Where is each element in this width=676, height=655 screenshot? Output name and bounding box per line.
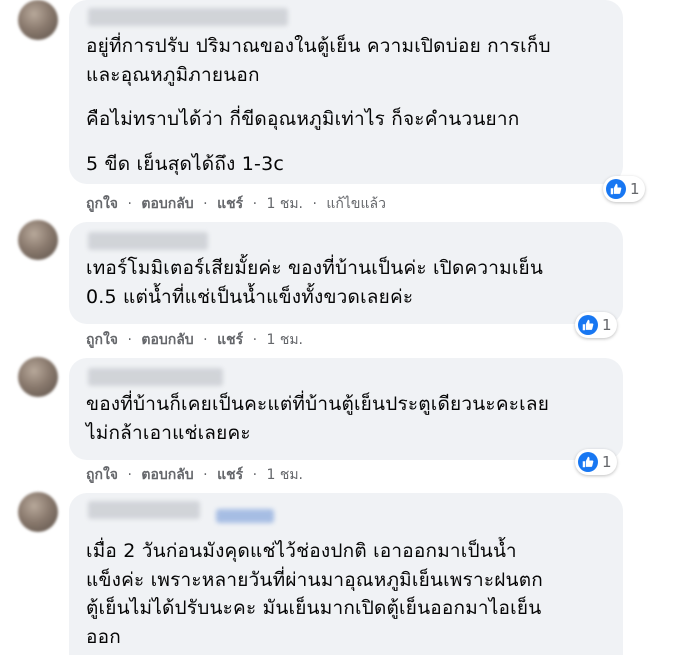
separator: · (252, 467, 258, 483)
comment-text: 5 ขีด เย็นสุดได้ถึง 1-3c (86, 152, 285, 175)
commenter-name-blurred[interactable] (88, 232, 208, 250)
reply-link[interactable]: ตอบกลับ (141, 467, 193, 483)
separator: · (127, 196, 132, 212)
comment-text: เมื่อ 2 วันก่อนมังคุดแช่ไว้ช่องปกติ เอาอ… (86, 540, 543, 648)
reaction-count[interactable]: 1 (603, 176, 645, 202)
commenter-avatar[interactable] (18, 492, 58, 532)
comment-bubble: ของที่บ้านก็เคยเป็นคะแต่ที่บ้านตู้เย็นปร… (69, 358, 623, 460)
comment-time[interactable]: 1 ชม. (266, 332, 303, 348)
separator: · (127, 467, 132, 483)
like-link[interactable]: ถูกใจ (86, 196, 118, 212)
commenter-name-blurred[interactable] (88, 368, 223, 386)
separator: · (312, 196, 317, 212)
reply-link[interactable]: ตอบกลับ (141, 196, 193, 212)
reply-link[interactable]: ตอบกลับ (141, 332, 193, 348)
commenter-name-blurred[interactable] (88, 501, 200, 519)
commenter-badge-blurred (216, 509, 274, 523)
comment-time[interactable]: 1 ชม. (266, 467, 303, 483)
comment-text: อยู่ที่การปรับ ปริมาณของในตู้เย็น ความเป… (86, 35, 551, 86)
commenter-avatar[interactable] (18, 357, 58, 397)
separator: · (252, 196, 258, 212)
comment-text: ของที่บ้านก็เคยเป็นคะแต่ที่บ้านตู้เย็นปร… (86, 393, 550, 444)
commenter-avatar[interactable] (18, 220, 58, 260)
like-icon (578, 315, 598, 335)
separator: · (203, 332, 208, 348)
separator: · (127, 332, 132, 348)
commenter-avatar[interactable] (18, 0, 58, 40)
comment-text: เทอร์โมมิเตอร์เสียมั้ยค่ะ ของที่บ้านเป็น… (86, 257, 544, 308)
comment-bubble: เทอร์โมมิเตอร์เสียมั้ยค่ะ ของที่บ้านเป็น… (69, 222, 623, 324)
comment-text: คือไม่ทราบได้ว่า กี่ขีดอุณหภูมิเท่าไร ก็… (86, 108, 520, 130)
separator: · (203, 196, 208, 212)
comment-actions: ถูกใจ · ตอบกลับ · แชร์ · 1 ชม. (86, 329, 308, 351)
comment-actions: ถูกใจ · ตอบกลับ · แชร์ · 1 ชม. (86, 464, 308, 486)
share-link[interactable]: แชร์ (217, 332, 243, 348)
comment-bubble: อยู่ที่การปรับ ปริมาณของในตู้เย็น ความเป… (69, 0, 623, 184)
like-link[interactable]: ถูกใจ (86, 467, 118, 483)
like-count: 1 (602, 453, 612, 471)
comment-actions: ถูกใจ · ตอบกลับ · แชร์ · 1 ชม. · แก้ไขแล… (86, 193, 391, 215)
reaction-count[interactable]: 1 (575, 312, 617, 338)
separator: · (203, 467, 208, 483)
like-count: 1 (602, 316, 612, 334)
like-count: 1 (630, 180, 640, 198)
reaction-count[interactable]: 1 (575, 449, 617, 475)
like-icon (606, 179, 626, 199)
separator: · (252, 332, 258, 348)
like-icon (578, 452, 598, 472)
share-link[interactable]: แชร์ (217, 196, 243, 212)
share-link[interactable]: แชร์ (217, 467, 243, 483)
like-link[interactable]: ถูกใจ (86, 332, 118, 348)
edited-label: แก้ไขแล้ว (326, 196, 386, 212)
comment-bubble: เมื่อ 2 วันก่อนมังคุดแช่ไว้ช่องปกติ เอาอ… (69, 493, 623, 655)
comment-time[interactable]: 1 ชม. (266, 196, 303, 212)
commenter-name-blurred[interactable] (88, 8, 288, 26)
